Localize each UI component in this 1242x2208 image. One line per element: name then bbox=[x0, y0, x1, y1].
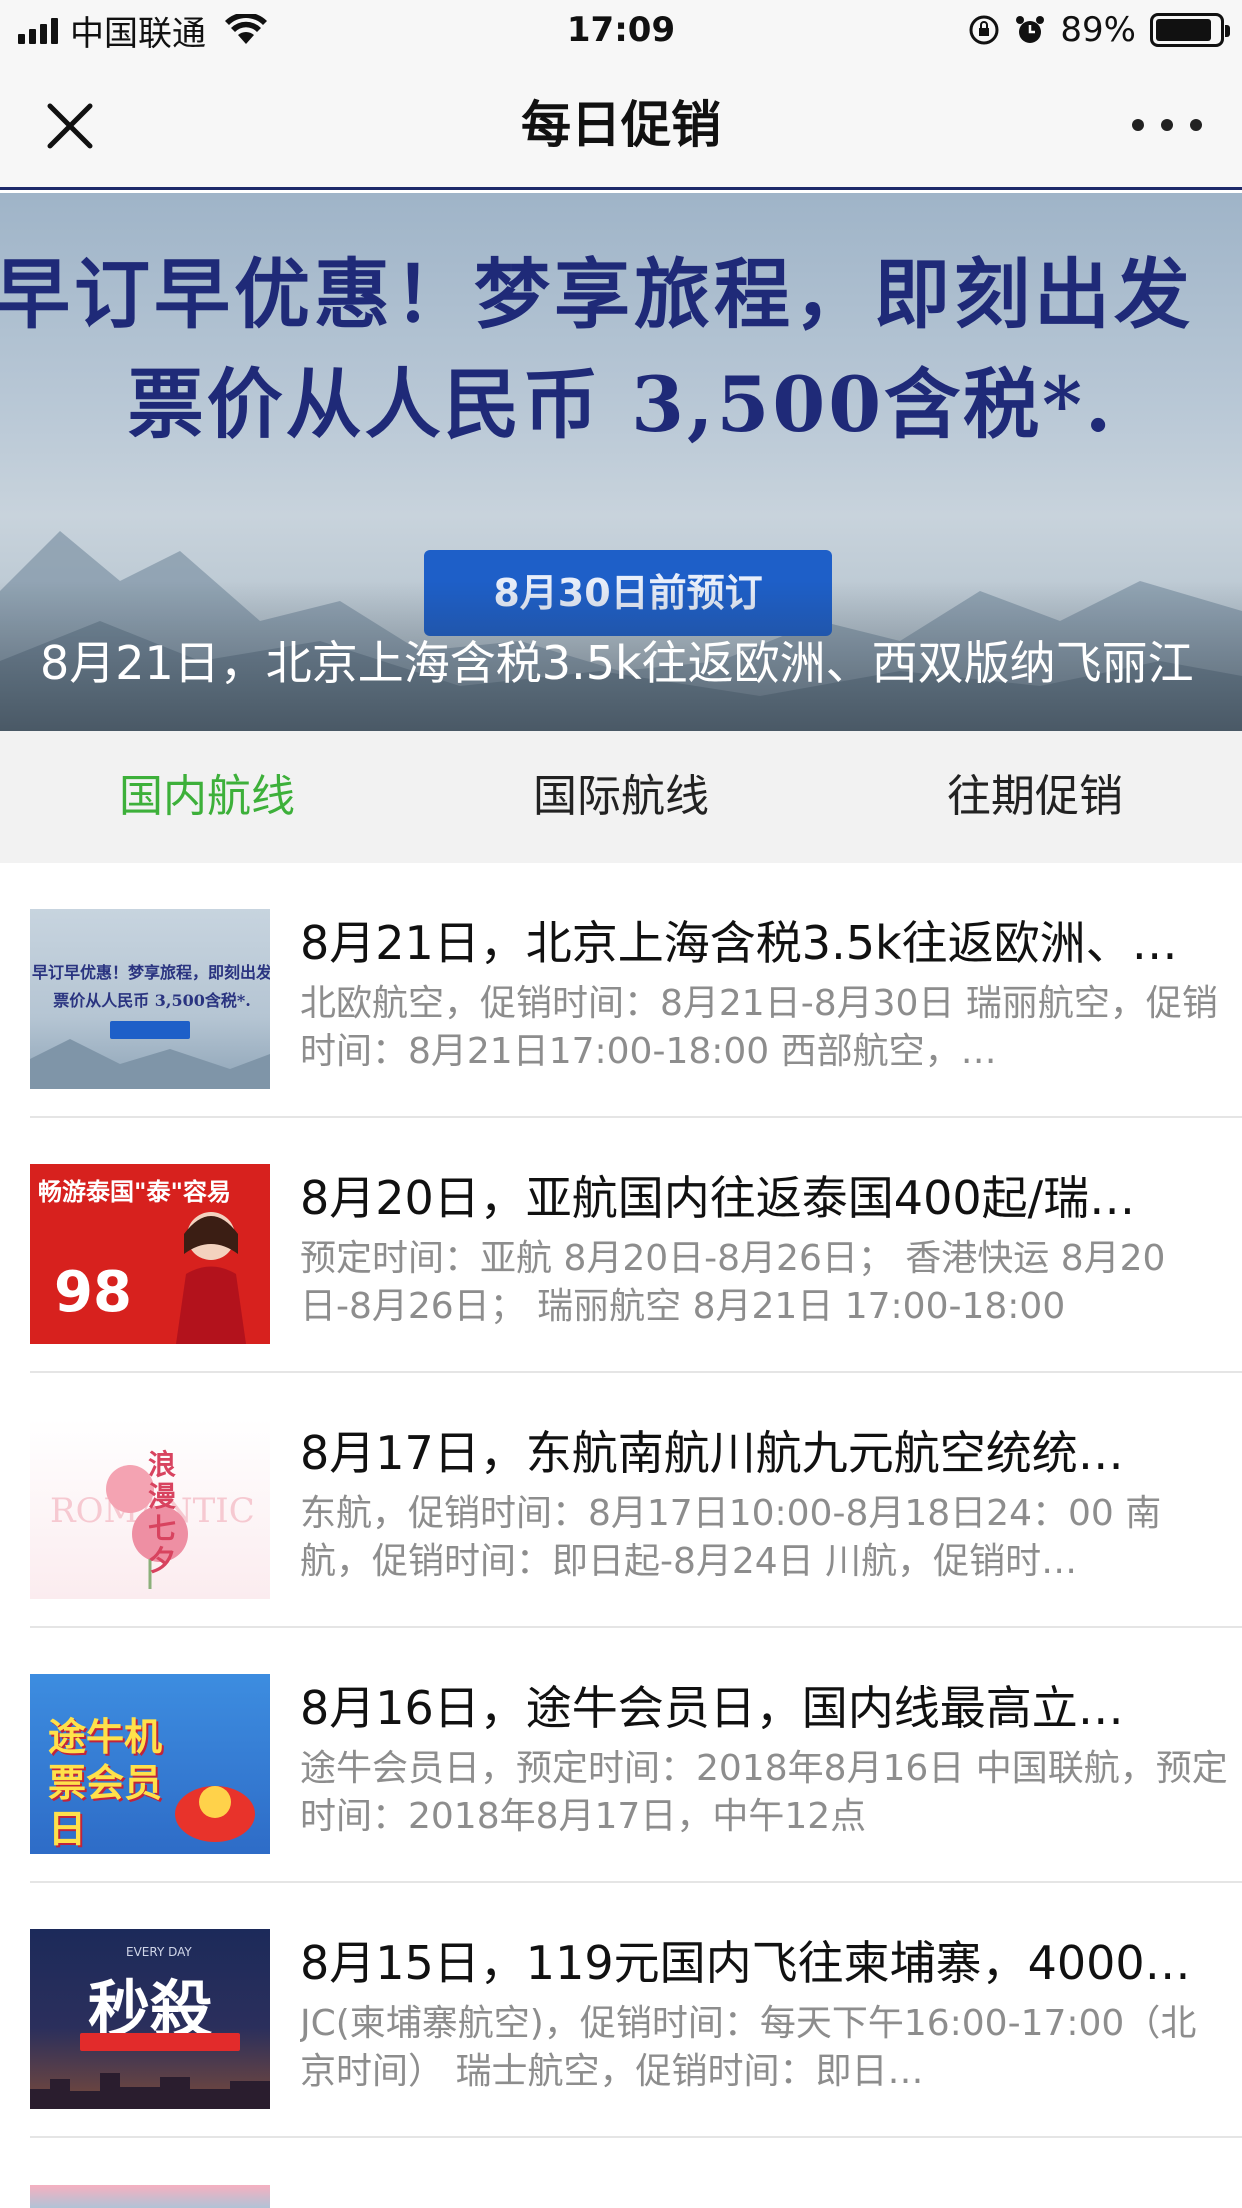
status-right: 89% bbox=[968, 8, 1230, 52]
item-description: 预定时间：亚航 8月20日-8月26日； 香港快运 8月20日-8月26日； 瑞… bbox=[300, 1238, 1166, 1327]
list-item[interactable]: 秒殺 EVERY DAY 8月15日，119元国内飞往柬埔寨，4000… JC(… bbox=[30, 1883, 1242, 2138]
item-description: 途牛会员日，预定时间：2018年8月16日 中国联航，预定时间：2018年8月1… bbox=[300, 1748, 1228, 1837]
item-title: 8月16日，途牛会员日，国内线最高立… bbox=[300, 1681, 1124, 1735]
battery-fill bbox=[1156, 19, 1212, 41]
banner-price-line: 票价从人民币 3,500含税*. bbox=[127, 360, 1115, 449]
item-description: 北欧航空，促销时间：8月21日-8月30日 瑞丽航空，促销时间：8月21日17:… bbox=[300, 983, 1218, 1072]
status-bar: 中国联通 17:09 89% bbox=[0, 0, 1242, 60]
item-title: 8月17日，东航南航川航九元航空统统… bbox=[300, 1426, 1124, 1480]
banner-caption: 8月21日，北京上海含税3.5k往返欧洲、西双版纳飞丽江 bbox=[40, 636, 1194, 690]
item-thumbnail: 秒殺 EVERY DAY bbox=[30, 1929, 270, 2109]
route-tabs: 国内航线 国际航线 往期促销 bbox=[0, 731, 1242, 863]
item-title: 8月20日，亚航国内往返泰国400起/瑞… bbox=[300, 1171, 1136, 1225]
thumb-city-skyline-image bbox=[30, 2073, 270, 2109]
thumb-headline: 浪漫七夕 bbox=[148, 1448, 177, 1577]
list-item-partial[interactable] bbox=[30, 2185, 1242, 2208]
thumb-headline: 途牛机票会员日 bbox=[48, 1715, 163, 1851]
thumb-time-banner bbox=[80, 2033, 240, 2051]
battery-percent: 89% bbox=[1060, 10, 1136, 50]
banner-headline: 早订早优惠！梦享旅程，即刻出发 bbox=[0, 250, 1194, 339]
orientation-lock-icon bbox=[969, 15, 999, 45]
thumb-person-image bbox=[176, 1212, 246, 1344]
list-item[interactable]: 早订早优惠！梦享旅程，即刻出发 票价从人民币 3,500含税*. 8月21日，北… bbox=[30, 863, 1242, 1118]
list-item[interactable]: 途牛机票会员日 8月16日，途牛会员日，国内线最高立… 途牛会员日，预定时间：2… bbox=[30, 1628, 1242, 1883]
thumb-mountains-image bbox=[30, 1039, 270, 1089]
item-description: JC(柬埔寨航空)，促销时间：每天下午16:00-17:00（北京时间） 瑞士航… bbox=[300, 2003, 1197, 2092]
more-button[interactable] bbox=[1132, 100, 1202, 150]
item-thumbnail: ROMANTIC 浪漫七夕 bbox=[30, 1419, 270, 1599]
thumb-subtitle: EVERY DAY bbox=[126, 1945, 192, 1959]
thumb-headline: 早订早优惠！梦享旅程，即刻出发 bbox=[32, 963, 270, 982]
promo-banner[interactable]: 早订早优惠！梦享旅程，即刻出发 票价从人民币 3,500含税*. 8月30日前预… bbox=[0, 193, 1242, 731]
more-icon bbox=[1132, 119, 1144, 131]
item-thumbnail: 途牛机票会员日 bbox=[30, 1674, 270, 1854]
item-title: 8月21日，北京上海含税3.5k往返欧洲、… bbox=[300, 916, 1178, 970]
nav-bar: 每日促销 bbox=[0, 60, 1242, 190]
battery-icon bbox=[1150, 13, 1230, 47]
list-item[interactable]: ROMANTIC 浪漫七夕 8月17日，东航南航川航九元航空统统… 东航，促销时… bbox=[30, 1373, 1242, 1628]
thumb-price-line: 票价从人民币 3,500含税*. bbox=[53, 991, 251, 1010]
item-thumbnail bbox=[30, 2185, 270, 2208]
tab-domestic[interactable]: 国内航线 bbox=[0, 731, 414, 863]
thumb-headline: 畅游泰国"泰"容易 bbox=[38, 1178, 232, 1206]
tab-past-promotions[interactable]: 往期促销 bbox=[828, 731, 1242, 863]
tab-international[interactable]: 国际航线 bbox=[414, 731, 828, 863]
item-title: 8月15日，119元国内飞往柬埔寨，4000… bbox=[300, 1936, 1191, 1990]
thumb-price: 98 bbox=[54, 1260, 132, 1325]
list-item[interactable]: 畅游泰国"泰"容易 98 8月20日，亚航国内往返泰国400起/瑞… 预定时间：… bbox=[30, 1118, 1242, 1373]
item-description: 东航，促销时间：8月17日10:00-8月18日24：00 南航，促销时间：即日… bbox=[300, 1493, 1162, 1582]
thumb-mascot-image bbox=[175, 1786, 255, 1842]
page-title: 每日促销 bbox=[521, 96, 721, 154]
item-thumbnail: 早订早优惠！梦享旅程，即刻出发 票价从人民币 3,500含税*. bbox=[30, 909, 270, 1089]
item-thumbnail: 畅游泰国"泰"容易 98 bbox=[30, 1164, 270, 1344]
promotion-list: 早订早优惠！梦享旅程，即刻出发 票价从人民币 3,500含税*. 8月21日，北… bbox=[0, 863, 1242, 2138]
alarm-icon bbox=[1016, 16, 1045, 43]
